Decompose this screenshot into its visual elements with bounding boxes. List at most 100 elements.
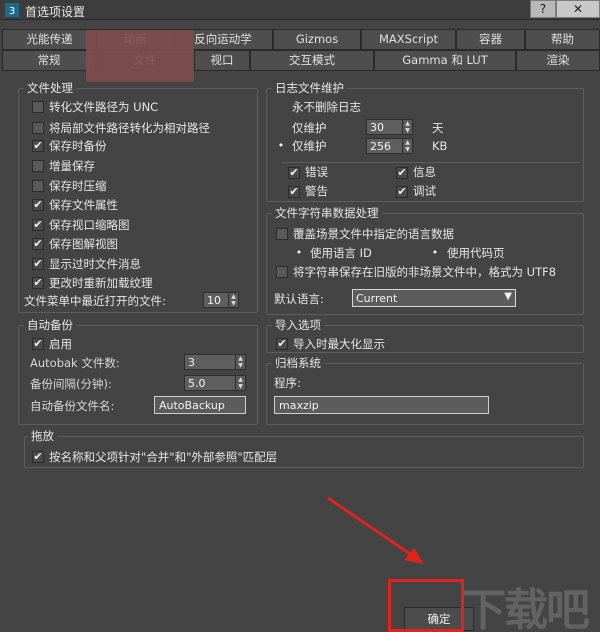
relative-path-checkbox[interactable]: [32, 122, 44, 134]
use-language-id-label: 使用语言 ID: [310, 246, 372, 260]
keep-kb-label: 仅维护: [292, 139, 327, 153]
keep-days-spinner[interactable]: 30 ▲ ▼: [366, 119, 413, 135]
tab-radiosity[interactable]: 光能传递: [2, 29, 97, 50]
save-viewport-thumbnail-checkbox[interactable]: ✔: [32, 219, 44, 231]
backup-on-save-label: 保存时备份: [49, 139, 107, 153]
backup-on-save-checkbox[interactable]: ✔: [32, 140, 44, 152]
debug-label: 调试: [413, 184, 436, 198]
highlight-box: [388, 579, 464, 632]
incremental-save-checkbox[interactable]: [32, 160, 44, 172]
archive-system-title: 归档系统: [272, 355, 324, 371]
error-label: 错误: [305, 165, 328, 179]
override-language-checkbox[interactable]: [276, 228, 288, 240]
old-file-message-label: 显示过时文件消息: [49, 257, 141, 271]
use-codepage-radio[interactable]: •: [430, 247, 440, 258]
auto-backup-enable-checkbox[interactable]: ✔: [32, 338, 44, 350]
file-handling-title: 文件处理: [24, 80, 76, 96]
backup-interval-spinner[interactable]: 5.0 ▲ ▼: [184, 375, 246, 391]
never-delete-log-label: 永不删除日志: [292, 100, 361, 114]
tab-interaction-mode[interactable]: 交互模式: [250, 50, 374, 71]
tab-rendering[interactable]: 渲染: [516, 50, 600, 71]
app-icon: 3: [5, 3, 19, 17]
error-checkbox[interactable]: ✔: [288, 167, 300, 179]
tab-gamma-lut[interactable]: Gamma 和 LUT: [374, 50, 516, 71]
save-file-properties-label: 保存文件属性: [49, 198, 118, 212]
old-file-message-checkbox[interactable]: ✔: [32, 258, 44, 270]
use-language-id-radio[interactable]: •: [294, 247, 304, 258]
spinner-arrows-icon[interactable]: ▲ ▼: [235, 355, 245, 369]
spinner-arrows-icon[interactable]: ▲ ▼: [402, 139, 412, 153]
recent-files-spinner[interactable]: 10 ▲ ▼: [203, 292, 239, 308]
keep-kb-spinner[interactable]: 256 ▲ ▼: [366, 138, 413, 154]
autobak-count-spinner[interactable]: 3 ▲ ▼: [184, 354, 246, 370]
import-options-title: 导入选项: [272, 317, 324, 333]
close-button[interactable]: ✕: [556, 0, 600, 18]
override-language-label: 覆盖场景文件中指定的语言数据: [293, 227, 454, 241]
warning-label: 警告: [305, 184, 328, 198]
maximize-on-import-label: 导入时最大化显示: [293, 337, 385, 351]
recent-files-value: 10: [207, 294, 221, 307]
tab-general[interactable]: 常规: [2, 50, 96, 71]
chevron-down-icon: ▼: [504, 291, 512, 302]
archive-program-value: maxzip: [279, 399, 319, 412]
match-layers-checkbox[interactable]: ✔: [32, 451, 44, 463]
backup-filename-input[interactable]: AutoBackup: [154, 396, 246, 414]
autobak-count-value: 3: [188, 356, 195, 369]
save-legacy-utf8-checkbox[interactable]: [276, 266, 288, 278]
relative-path-label: 将局部文件路径转化为相对路径: [49, 121, 210, 135]
tab-viewports[interactable]: 视口: [194, 50, 250, 71]
reload-textures-label: 更改时重新加载纹理: [49, 276, 153, 290]
backup-interval-value: 5.0: [188, 377, 206, 390]
compress-on-save-label: 保存时压缩: [49, 179, 107, 193]
spinner-arrows-icon[interactable]: ▲ ▼: [235, 376, 245, 390]
default-language-value: Current: [356, 292, 398, 305]
tab-maxscript[interactable]: MAXScript: [361, 29, 456, 50]
save-file-properties-checkbox[interactable]: ✔: [32, 199, 44, 211]
never-delete-log-radio[interactable]: [276, 103, 286, 113]
compress-on-save-checkbox[interactable]: [32, 180, 44, 192]
keep-days-value: 30: [370, 121, 384, 134]
save-schematic-view-label: 保存图解视图: [49, 237, 118, 251]
match-layers-label: 按名称和父项针对"合并"和"外部参照"匹配层: [49, 450, 278, 464]
annotation-arrow: [327, 496, 424, 564]
default-language-label: 默认语言:: [274, 292, 324, 306]
drag-drop-title: 拖放: [28, 428, 57, 444]
tab-gizmos[interactable]: Gizmos: [273, 29, 361, 50]
help-button[interactable]: ?: [530, 0, 556, 18]
kb-unit: KB: [432, 139, 448, 153]
backup-filename-label: 自动备份文件名:: [30, 399, 115, 413]
spinner-arrows-icon[interactable]: ▲ ▼: [228, 293, 238, 307]
save-viewport-thumbnail-label: 保存视口缩略图: [49, 218, 130, 232]
save-schematic-view-checkbox[interactable]: ✔: [32, 238, 44, 250]
watermark-logo: 下载吧: [462, 585, 590, 632]
debug-checkbox[interactable]: ✔: [396, 186, 408, 198]
tab-help[interactable]: 帮助: [525, 29, 600, 50]
convert-unc-checkbox[interactable]: [32, 101, 44, 113]
keep-days-radio[interactable]: [276, 123, 286, 133]
keep-days-label: 仅维护: [292, 121, 327, 135]
archive-program-input[interactable]: maxzip: [274, 396, 489, 414]
auto-backup-enable-label: 启用: [49, 337, 72, 351]
spinner-arrows-icon[interactable]: ▲ ▼: [402, 120, 412, 134]
warning-checkbox[interactable]: ✔: [288, 186, 300, 198]
info-checkbox[interactable]: ✔: [396, 167, 408, 179]
keep-kb-radio[interactable]: •: [276, 140, 286, 151]
default-language-dropdown[interactable]: Current ▼: [352, 289, 516, 307]
backup-interval-label: 备份间隔(分钟):: [30, 377, 112, 391]
log-title: 日志文件维护: [272, 80, 347, 96]
svg-text:3: 3: [9, 6, 15, 17]
archive-program-label: 程序:: [274, 376, 301, 390]
tab-containers[interactable]: 容器: [456, 29, 525, 50]
backup-filename-value: AutoBackup: [159, 399, 225, 412]
maximize-on-import-checkbox[interactable]: ✔: [276, 338, 288, 350]
recent-files-label: 文件菜单中最近打开的文件:: [24, 294, 166, 308]
reload-textures-checkbox[interactable]: ✔: [32, 277, 44, 289]
days-unit: 天: [432, 121, 444, 135]
redacted-overlay: [86, 30, 194, 82]
archive-system-group: [266, 363, 584, 425]
window-title: 首选项设置: [25, 5, 86, 19]
save-legacy-utf8-label: 将字符串保存在旧版的非场景文件中，格式为 UTF8: [293, 265, 557, 279]
auto-backup-title: 自动备份: [24, 317, 76, 333]
convert-unc-label: 转化文件路径为 UNC: [49, 100, 159, 114]
string-data-title: 文件字符串数据处理: [272, 205, 382, 221]
